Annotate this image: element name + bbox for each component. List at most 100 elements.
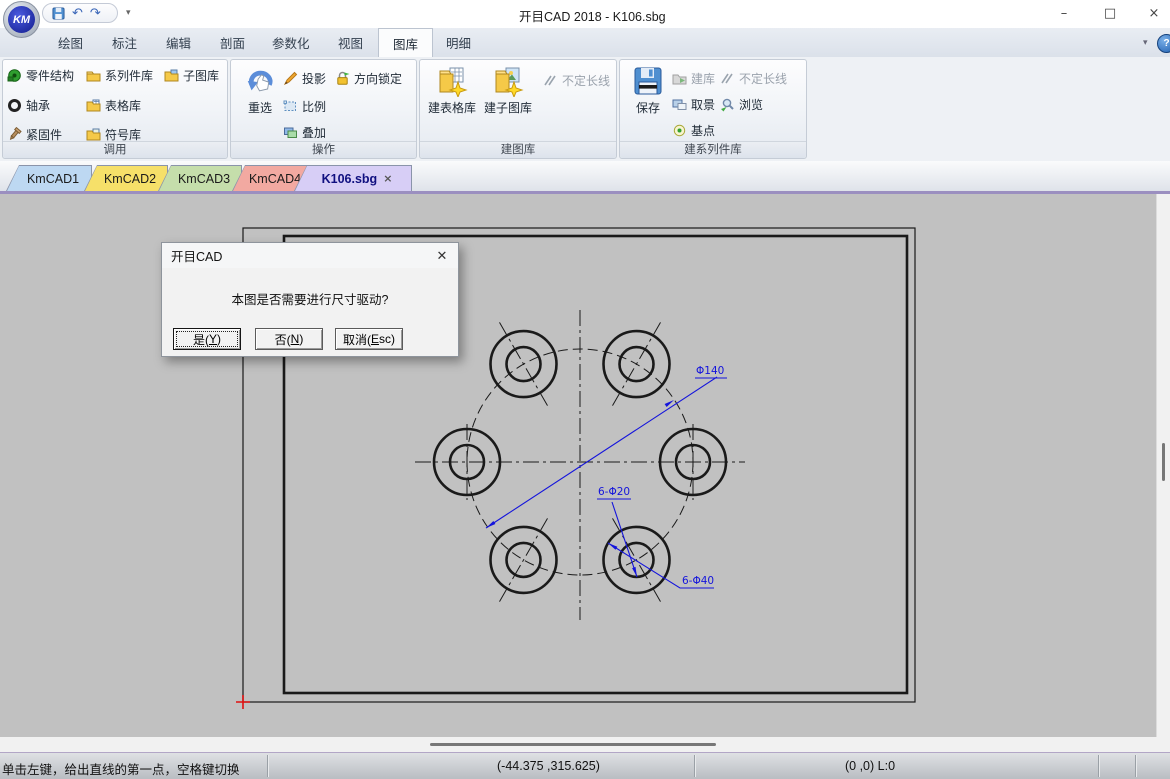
status-separator: [694, 755, 695, 777]
button-build-db[interactable]: 建库: [672, 68, 715, 88]
build-db-folder-icon: [672, 71, 687, 86]
ribbon-group-build-series-library: 保存 建库 取景 基点 不定长线 浏览 建系列件库: [619, 59, 807, 159]
base-point-icon: [672, 123, 687, 138]
close-icon: ×: [1149, 6, 1160, 21]
dim-label-bolt-circle: Φ140: [696, 365, 724, 377]
centerlines: [415, 310, 745, 620]
status-origin-info: (0 ,0) L:0: [845, 759, 895, 773]
document-tab-kmcad1[interactable]: KmCAD1: [6, 165, 92, 191]
button-direction-lock[interactable]: 方向锁定: [335, 68, 402, 88]
button-overlay[interactable]: 叠加: [283, 122, 326, 142]
capture-view-icon: [672, 97, 687, 112]
build-sub-library-icon: [492, 65, 524, 97]
dialog-yes-button[interactable]: 是(Y): [173, 328, 241, 350]
button-bearing[interactable]: 轴承: [7, 95, 50, 115]
build-table-library-icon: [436, 65, 468, 97]
window-title: 开目CAD 2018 - K106.sbg: [519, 6, 666, 25]
dim-label-hole-outer: 6-Φ40: [682, 575, 714, 587]
minimize-icon: –: [1061, 6, 1068, 21]
ribbon-tab-annotate[interactable]: 标注: [98, 28, 151, 57]
dialog-message: 本图是否需要进行尺寸驱动?: [162, 289, 458, 308]
save-icon[interactable]: [52, 7, 65, 20]
ribbon-tab-edit[interactable]: 编辑: [152, 28, 205, 57]
button-build-sub-library[interactable]: 建子图库: [481, 65, 535, 116]
indefinite-line-icon: [543, 73, 558, 88]
button-series-part-library[interactable]: 系列件库: [86, 65, 153, 85]
dim-label-hole-inner: 6-Φ20: [598, 486, 630, 498]
help-button[interactable]: ?: [1157, 34, 1170, 53]
status-separator: [1098, 755, 1099, 777]
button-capture-view[interactable]: 取景: [672, 94, 715, 114]
dialog-cancel-button[interactable]: 取消(Esc): [335, 328, 403, 350]
redo-icon[interactable]: ↷: [90, 7, 101, 20]
dialog-close-button[interactable]: ✕: [434, 248, 450, 264]
part-structure-icon: [7, 68, 22, 83]
vertical-scrollbar-thumb[interactable]: [1162, 443, 1165, 481]
tab-close-icon[interactable]: ×: [383, 172, 392, 185]
document-tab-kmcad3[interactable]: KmCAD3: [158, 165, 242, 191]
table-library-folder-icon: [86, 98, 101, 113]
dialog-title-bar[interactable]: 开目CAD: [162, 243, 458, 268]
ribbon-tab-view[interactable]: 视图: [324, 28, 377, 57]
symbol-library-folder-icon: [86, 127, 101, 142]
ribbon-tab-library[interactable]: 图库: [378, 28, 433, 57]
dialog-close-icon: ✕: [437, 249, 448, 264]
browse-magnifier-icon: [720, 97, 735, 112]
button-projection[interactable]: 投影: [283, 68, 326, 88]
undo-icon[interactable]: ↶: [72, 7, 83, 20]
document-tab-kmcad2[interactable]: KmCAD2: [84, 165, 168, 191]
button-browse[interactable]: 浏览: [720, 94, 763, 114]
ribbon-tab-draw[interactable]: 绘图: [44, 28, 97, 57]
status-hint: 单击左键，给出直线的第一点，空格键切换: [2, 759, 240, 778]
group-label-build-library: 建图库: [420, 141, 616, 158]
document-tab-k106[interactable]: K106.sbg ×: [294, 165, 412, 191]
quick-access-dropdown-icon[interactable]: ▾: [126, 8, 131, 18]
group-label-operation: 操作: [231, 141, 416, 158]
ribbon-tab-detail[interactable]: 明细: [432, 28, 485, 57]
button-sub-library[interactable]: 子图库: [164, 65, 219, 85]
origin-marker: [236, 695, 250, 709]
button-part-structure[interactable]: 零件结构: [7, 65, 74, 85]
app-logo[interactable]: KM: [3, 1, 40, 38]
dimension-drive-dialog: 开目CAD ✕ 本图是否需要进行尺寸驱动? 是(Y) 否(N) 取消(Esc): [161, 242, 459, 357]
status-cursor-coordinates: (-44.375 ,315.625): [497, 759, 600, 773]
status-separator: [1135, 755, 1136, 777]
status-separator: [267, 755, 268, 777]
sub-library-folder-icon: [164, 68, 179, 83]
group-label-call: 调用: [3, 141, 227, 158]
ribbon-tab-parametric[interactable]: 参数化: [258, 28, 324, 57]
maximize-button[interactable]: □: [1090, 0, 1130, 27]
quick-access-toolbar: ↶ ↷: [42, 3, 118, 23]
status-bar: 单击左键，给出直线的第一点，空格键切换 (-44.375 ,315.625) (…: [0, 752, 1170, 779]
fastener-icon: [7, 127, 22, 142]
km-logo-icon: KM: [8, 6, 35, 33]
pencil-icon: [283, 71, 298, 86]
ribbon-group-operation: 重选 投影 比例 叠加 方向锁定 操作: [230, 59, 417, 159]
document-tab-bar: KmCAD1 KmCAD2 KmCAD3 KmCAD4 K106.sbg × ▾: [0, 161, 1170, 194]
button-table-library[interactable]: 表格库: [86, 95, 141, 115]
button-base-point[interactable]: 基点: [672, 120, 715, 140]
ribbon-tab-section[interactable]: 剖面: [206, 28, 259, 57]
bearing-icon: [7, 98, 22, 113]
button-build-table-library[interactable]: 建表格库: [425, 65, 479, 116]
title-bar: 开目CAD 2018 - K106.sbg – □ ×: [0, 0, 1170, 28]
close-button[interactable]: ×: [1134, 0, 1170, 27]
ribbon-group-build-library: 建表格库 建子图库 不定长线 建图库: [419, 59, 617, 159]
overlay-image-icon: [283, 125, 298, 140]
ribbon-group-call: 零件结构 系列件库 子图库 轴承 表格库 紧固件: [2, 59, 228, 159]
ribbon-options-dropdown-icon[interactable]: ▾: [1143, 38, 1148, 48]
group-label-build-series-library: 建系列件库: [620, 141, 806, 158]
ribbon: 零件结构 系列件库 子图库 轴承 表格库 紧固件: [0, 57, 1170, 162]
button-indefinite-line-2[interactable]: 不定长线: [720, 68, 787, 88]
horizontal-scrollbar-thumb[interactable]: [430, 743, 716, 746]
button-scale[interactable]: 比例: [283, 96, 326, 116]
dialog-no-button[interactable]: 否(N): [255, 328, 323, 350]
indefinite-line-icon: [720, 71, 735, 86]
button-reselect[interactable]: 重选: [237, 65, 283, 116]
app-window: 开目CAD 2018 - K106.sbg – □ × KM ↶ ↷ ▾ 绘图 …: [0, 0, 1170, 779]
button-indefinite-line[interactable]: 不定长线: [543, 70, 610, 90]
help-icon: ?: [1163, 38, 1169, 49]
maximize-icon: □: [1104, 6, 1116, 21]
minimize-button[interactable]: –: [1044, 0, 1084, 27]
button-save-library[interactable]: 保存: [627, 65, 669, 116]
